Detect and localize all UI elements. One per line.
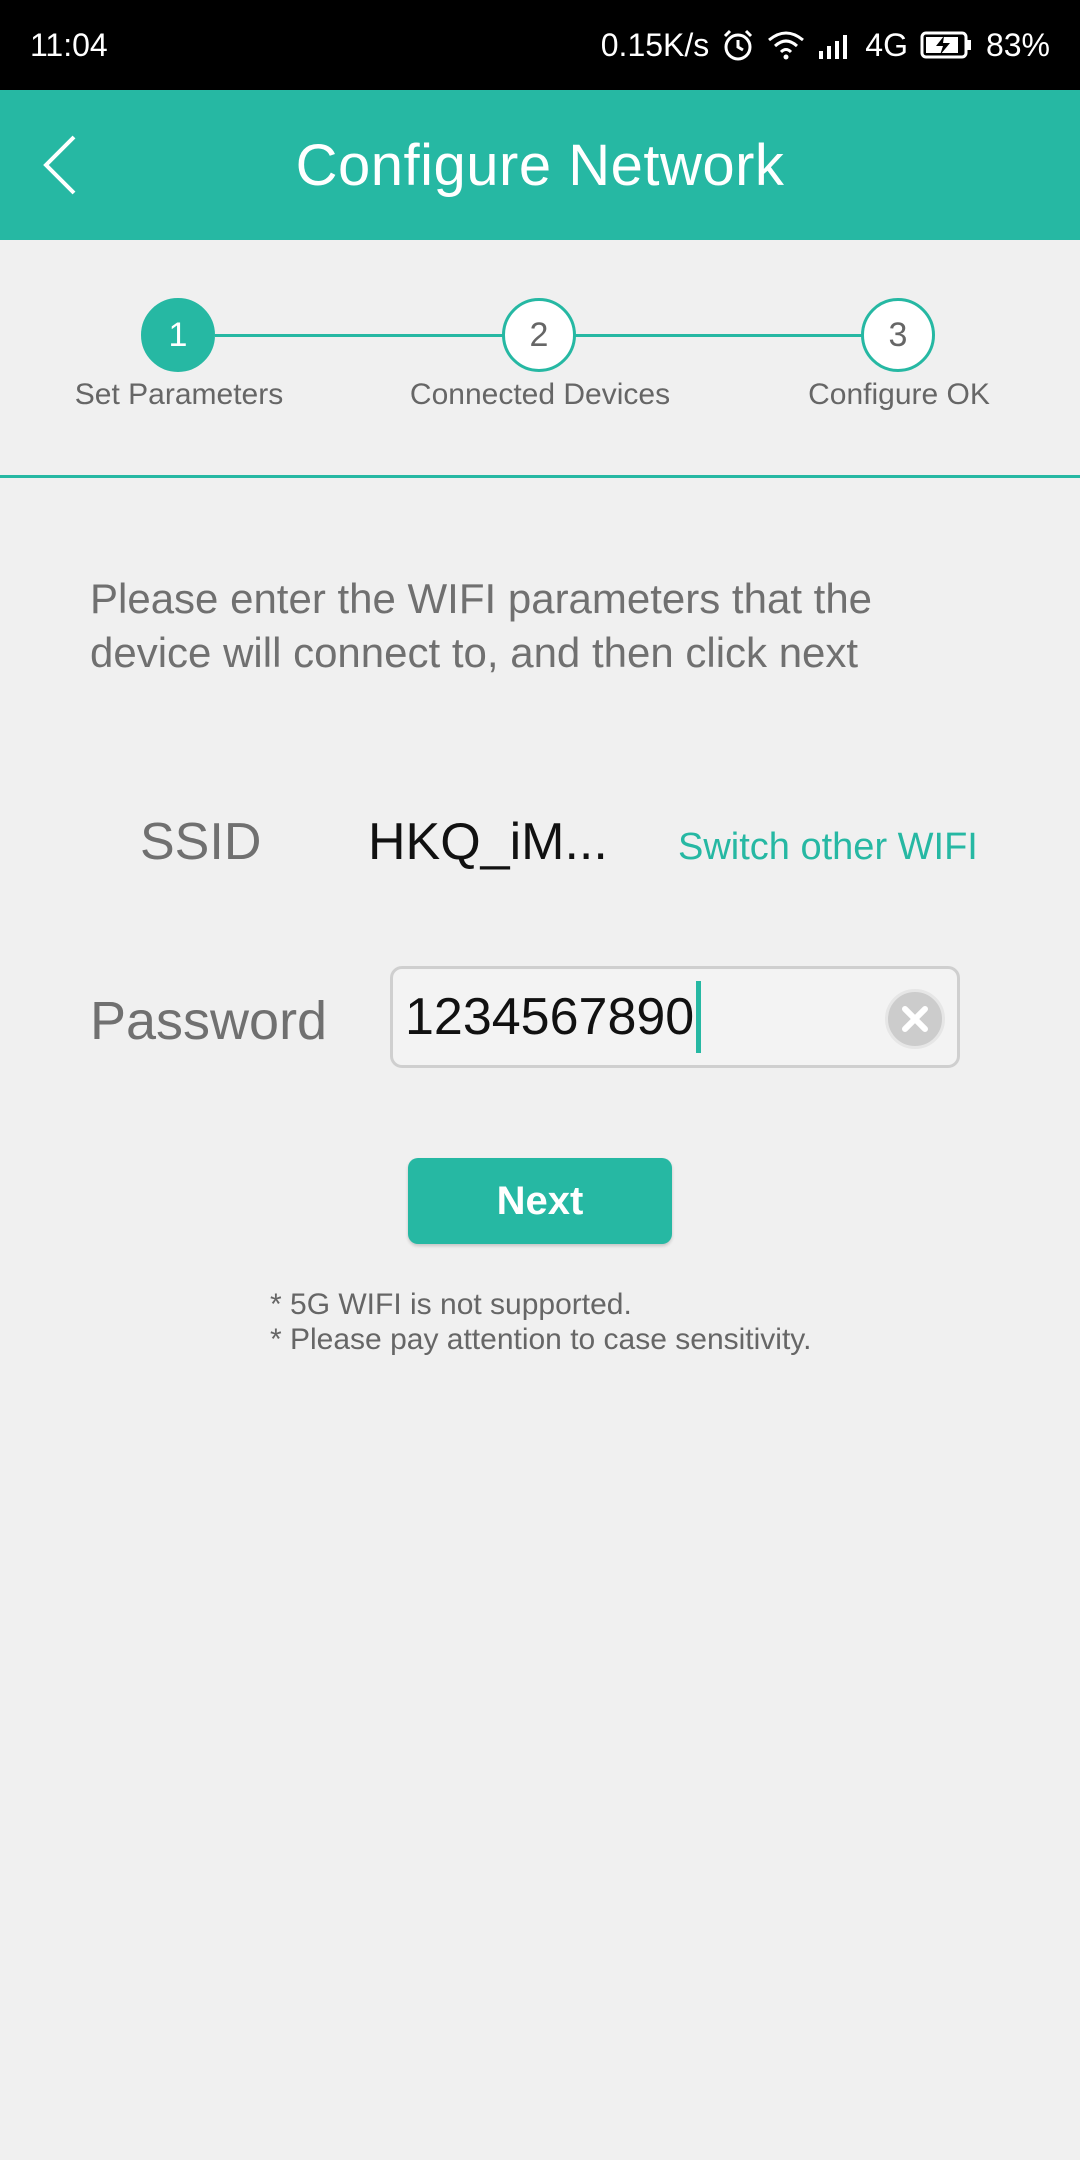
switch-wifi-link[interactable]: Switch other WIFI bbox=[678, 826, 978, 869]
password-label: Password bbox=[90, 991, 328, 1051]
instruction-text: Please enter the WIFI parameters that th… bbox=[90, 575, 873, 676]
step-3-circle: 3 bbox=[861, 298, 935, 372]
step-2-label: Connected Devices bbox=[409, 378, 671, 411]
step-2-circle: 2 bbox=[502, 298, 576, 372]
page-title: Configure Network bbox=[295, 132, 785, 198]
status-bar: 11:04 0.15K/s 4G 83% bbox=[0, 0, 1080, 90]
note-case-sensitivity: * Please pay attention to case sensitivi… bbox=[270, 1323, 812, 1356]
note-5g-unsupported: * 5G WIFI is not supported. bbox=[270, 1288, 632, 1321]
password-input[interactable]: 1234567890 bbox=[390, 966, 960, 1068]
step-3-label: Configure OK bbox=[808, 378, 990, 411]
battery-charging-icon bbox=[920, 30, 974, 60]
text-caret bbox=[696, 981, 702, 1053]
wifi-icon bbox=[767, 30, 805, 60]
password-value: 1234567890 bbox=[405, 988, 695, 1046]
step-connector-1-2 bbox=[215, 334, 505, 337]
step-1-label: Set Parameters bbox=[74, 378, 284, 411]
app-bar: Configure Network bbox=[0, 90, 1080, 240]
network-speed: 0.15K/s bbox=[600, 26, 710, 63]
network-type: 4G bbox=[865, 26, 908, 63]
step-connector-2-3 bbox=[575, 334, 865, 337]
clear-password-button[interactable] bbox=[885, 989, 945, 1049]
battery-level: 83% bbox=[985, 26, 1050, 63]
ssid-value: HKQ_iM... bbox=[368, 813, 608, 871]
signal-icon bbox=[817, 31, 853, 59]
alarm-icon bbox=[721, 28, 755, 62]
next-button[interactable]: Next bbox=[408, 1158, 672, 1244]
clear-circle-icon bbox=[902, 1006, 928, 1032]
progress-stepper: 1 2 3 Set Parameters Connected Devices C… bbox=[0, 240, 1080, 478]
step-1-circle: 1 bbox=[141, 298, 215, 372]
ssid-label: SSID bbox=[140, 813, 262, 871]
status-time: 11:04 bbox=[30, 26, 108, 63]
